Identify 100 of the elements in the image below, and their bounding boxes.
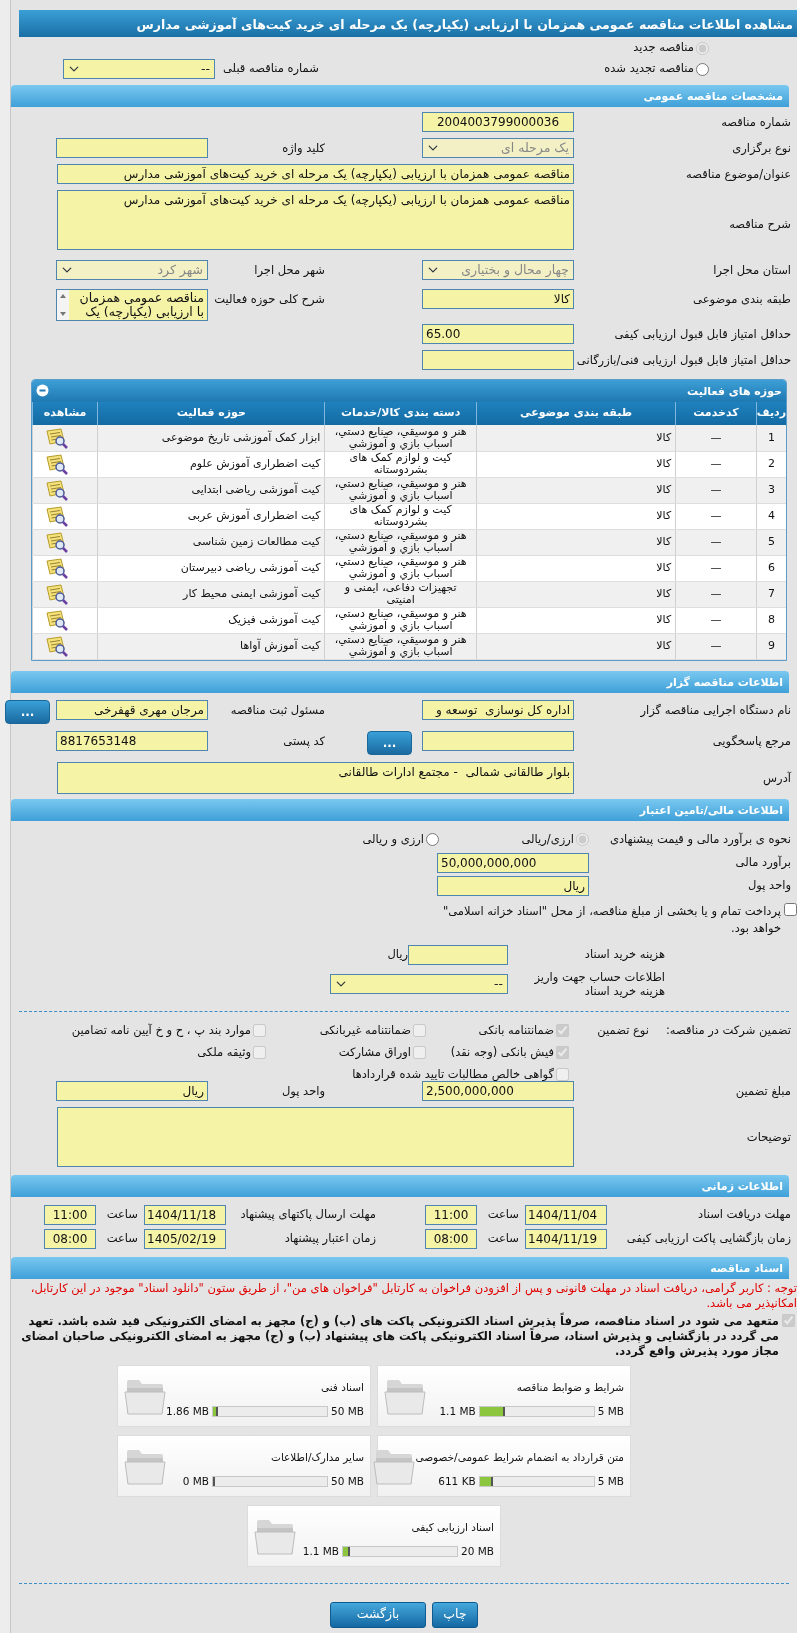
- table-cell: کالا: [476, 555, 676, 581]
- table-cell: هنر و موسيقي، صنايع دستي، اسباب بازي و آموزشي: [324, 633, 477, 659]
- column-header: ردیف: [756, 402, 786, 425]
- section-header: اطلاعات زمانی: [11, 1174, 789, 1197]
- text-field[interactable]: ریال: [56, 1080, 208, 1101]
- document-search-icon[interactable]: [45, 609, 69, 631]
- document-search-icon[interactable]: [45, 531, 69, 553]
- file-name: اسناد فنی: [319, 1379, 364, 1395]
- checkbox-label: وثیقه ملکی: [197, 1043, 251, 1061]
- action-button[interactable]: بازگشت: [330, 1601, 426, 1628]
- field-label: ساعت: [105, 1229, 139, 1247]
- document-search-icon[interactable]: [45, 635, 69, 657]
- field-label: طبقه بندی موضوعی: [692, 291, 792, 308]
- table-cell: کیت و لوازم کمک های بشردوستانه: [324, 451, 477, 477]
- field-label: حداقل امتیاز قابل قبول ارزیابی فنی/بازرگانی: [575, 352, 792, 369]
- text-field[interactable]: [408, 944, 508, 965]
- document-search-icon[interactable]: [45, 557, 69, 579]
- table-cell: کیت و لوازم کمک های بشردوستانه: [324, 503, 477, 529]
- action-button[interactable]: چاپ: [432, 1601, 478, 1628]
- table-cell: کالا: [476, 425, 676, 451]
- dropdown[interactable]: --: [63, 59, 215, 79]
- text-field[interactable]: 1404/11/18: [144, 1204, 226, 1225]
- text-field[interactable]: [422, 350, 574, 370]
- checkbox-label: ضمانتنامه بانکی: [478, 1021, 554, 1039]
- scrollbar-icon[interactable]: [57, 290, 69, 320]
- text-area[interactable]: بلوار طالقانی شمالی - مجتمع ادارات طالقانی: [57, 761, 574, 794]
- text-area[interactable]: [57, 1106, 574, 1167]
- field-label: نوع برگزاری: [731, 140, 792, 157]
- table-cell: —: [675, 529, 757, 555]
- text-field[interactable]: مناقصه عمومی همزمان با ارزیابی (یکپارچه) یک مرحله ای خرید کیت‌های آموزشی مدارس: [57, 164, 574, 184]
- field-label: ساعت: [105, 1205, 139, 1223]
- collapse-icon[interactable]: [36, 384, 49, 397]
- commitment-text: متعهد می شود در اسناد مناقصه، صرفاً پذیرش اسناد الکترونیکی پاکت های (ب) و (ج) مجهز به امضای الکترونیکی قید شده باشد. تعهد می گردد در بازگشایی و پذیرش اسناد، صرفاً اسناد الکترونیکی پاکت های پیشنهاد (ب) و (ج) مجهز به امضای الکترونیکی صاحبان امضای مجاز مورد پذیرش واقع گردد.: [20, 1313, 779, 1359]
- text-area[interactable]: مناقصه عمومی همزمان با ارزیابی (یکپارچه) یک مرحله ای خرید کیت‌های آموزشی مدارس: [57, 190, 574, 250]
- field-label: شماره مناقصه: [720, 114, 792, 131]
- field-label: شرح مناقصه: [728, 215, 792, 233]
- field-label: استان محل اجرا: [712, 262, 792, 279]
- text-field[interactable]: 8817653148: [56, 730, 208, 751]
- checkbox[interactable]: [784, 902, 797, 916]
- column-header: مشاهده: [32, 402, 98, 425]
- file-name: اسناد ارزیابی کیفی: [410, 1519, 494, 1536]
- table-cell: کالا: [476, 581, 676, 607]
- text-field[interactable]: 2,500,000,000: [422, 1080, 574, 1101]
- text-field[interactable]: 08:00: [425, 1228, 477, 1249]
- text-field[interactable]: 11:00: [44, 1204, 96, 1225]
- text-field[interactable]: 08:00: [44, 1228, 96, 1249]
- column-header: حوزه فعالیت: [97, 402, 325, 425]
- text-field[interactable]: 65.00: [422, 324, 574, 344]
- field-label: حداقل امتیاز قابل قبول ارزیابی کیفی: [613, 326, 792, 343]
- table-title: حوزه های فعالیت: [687, 384, 782, 400]
- table-cell: هنر و موسيقي، صنايع دستي، اسباب بازي و آموزشي: [324, 425, 477, 451]
- field-label: آدرس: [762, 770, 792, 788]
- text-field[interactable]: 1405/02/19: [144, 1228, 226, 1249]
- notice-text: توجه : کاربر گرامی، دریافت اسناد در مهلت قانونی و پس از افزودن فراخوان به کارتابل "فراخوان های من"، از طریق ستون "دانلود اسناد" موجود در این کارتابل، امکانپذیر می باشد.: [29, 1279, 797, 1311]
- document-search-icon[interactable]: [45, 453, 69, 475]
- file-size: 1.86 MB: [166, 1403, 210, 1419]
- field-label: توضیحات: [745, 1128, 792, 1146]
- field-label: ساعت: [486, 1205, 520, 1223]
- text-field[interactable]: [422, 730, 574, 751]
- text-field[interactable]: ریال: [437, 875, 589, 896]
- size-limit: 50 MB: [331, 1473, 364, 1489]
- checkbox-label: اوراق مشارکت: [338, 1043, 411, 1061]
- table-cell: کالا: [476, 503, 676, 529]
- text-field[interactable]: [56, 138, 208, 158]
- size-limit: 20 MB: [461, 1543, 494, 1559]
- list-box[interactable]: مناقصه عمومی همزمان با ارزیابی (یکپارچه) یک: [56, 289, 208, 321]
- document-search-icon[interactable]: [45, 479, 69, 501]
- document-search-icon[interactable]: [45, 505, 69, 527]
- text-field[interactable]: 11:00: [425, 1204, 477, 1225]
- table-cell: هنر و موسيقي، صنايع دستي، اسباب بازي و آموزشي: [324, 477, 477, 503]
- text-field[interactable]: 50,000,000,000: [437, 852, 589, 873]
- checkbox-label: فیش بانکی (وجه نقد): [450, 1043, 554, 1061]
- page-title: مشاهده اطلاعات مناقصه عمومی همزمان با ارزیابی (یکپارچه) یک مرحله ای خرید کیت‌های آموزشی مدارس: [19, 10, 797, 37]
- document-search-icon[interactable]: [45, 426, 69, 449]
- table-cell: تجهیزات دفاعی، ایمنی و امنیتی: [324, 581, 477, 607]
- text-field[interactable]: مرجان مهری قهفرخی: [56, 699, 208, 720]
- text-field[interactable]: 2004003799000036: [422, 112, 574, 132]
- text-field[interactable]: 1404/11/04: [525, 1204, 607, 1225]
- file-size: 1.1 MB: [302, 1543, 340, 1559]
- radio-button[interactable]: [426, 833, 439, 846]
- radio-button[interactable]: [696, 62, 709, 76]
- field-label: مسئول ثبت مناقصه: [229, 701, 325, 719]
- table-cell: کیت آموزش آواها: [97, 633, 325, 659]
- dropdown[interactable]: --: [330, 973, 508, 994]
- field-label: مرجع پاسخگویی: [711, 732, 792, 750]
- checkbox-label: گواهی خالص مطالبات تایید شده قراردادها: [352, 1066, 554, 1083]
- field-label: مهلت ارسال پاکتهای پیشنهاد: [239, 1205, 376, 1223]
- table-cell: کالا: [476, 529, 676, 555]
- table-cell: کیت آموزشی ریاضی دبیرستان: [97, 555, 325, 581]
- checkbox-label: موارد بند پ ، ح و خ آیین نامه تضامین: [71, 1021, 251, 1039]
- text-field[interactable]: 1404/11/19: [525, 1228, 607, 1249]
- table-cell: —: [675, 503, 757, 529]
- browse-button[interactable]: ...: [5, 699, 50, 724]
- table-cell: کالا: [476, 607, 676, 633]
- text-field[interactable]: اداره کل نوسازی توسعه و: [422, 699, 574, 720]
- checkbox-label: ضمانتنامه غیربانکی: [319, 1021, 411, 1039]
- file-size: 611 KB: [438, 1473, 476, 1489]
- text-field[interactable]: کالا: [422, 289, 574, 309]
- browse-button[interactable]: ...: [367, 730, 412, 755]
- document-search-icon[interactable]: [45, 583, 69, 605]
